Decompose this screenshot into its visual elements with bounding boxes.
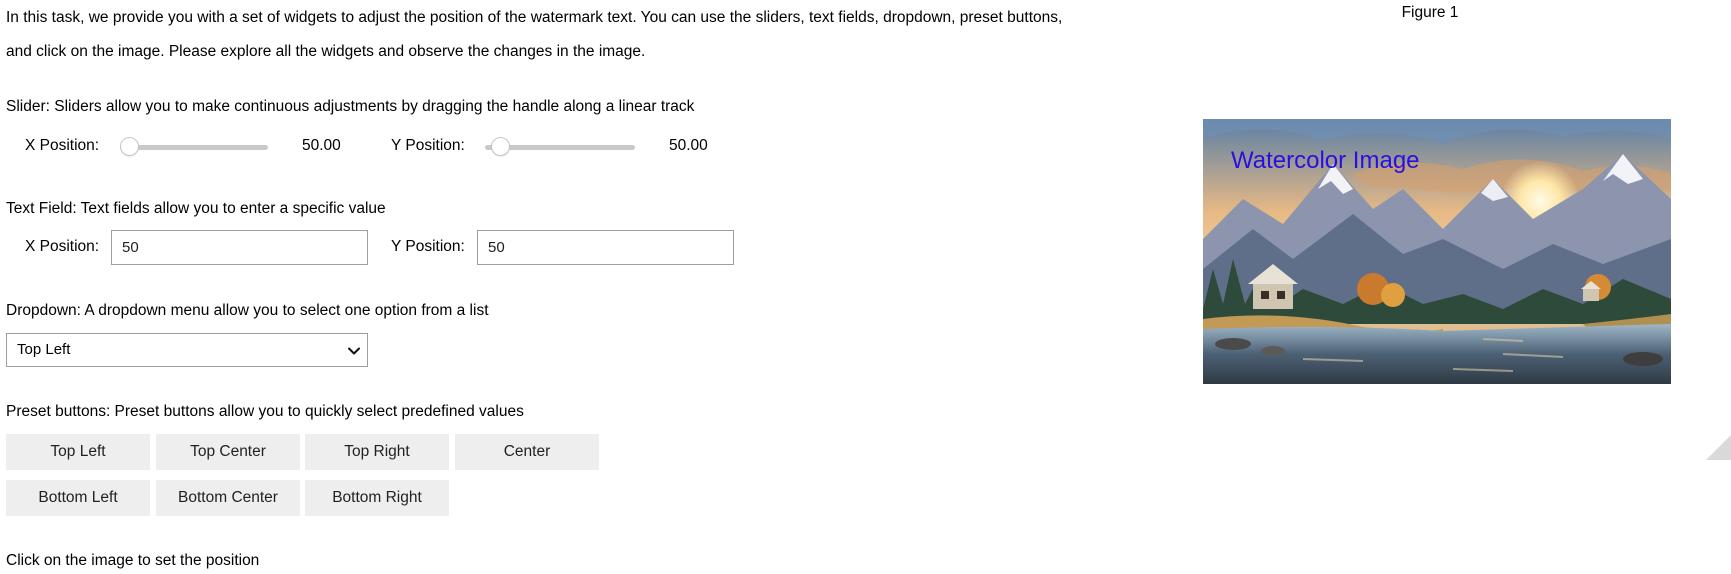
slider-x-handle[interactable] bbox=[120, 137, 139, 156]
preset-top-center-button[interactable]: Top Center bbox=[156, 434, 300, 470]
slider-x-label: X Position: bbox=[25, 137, 100, 154]
slider-x-track[interactable] bbox=[124, 145, 268, 150]
preset-bottom-center-button[interactable]: Bottom Center bbox=[156, 480, 300, 516]
preset-top-left-button[interactable]: Top Left bbox=[6, 434, 150, 470]
preset-bottom-right-button[interactable]: Bottom Right bbox=[305, 480, 449, 516]
watermarked-image[interactable]: Watercolor Image bbox=[1203, 119, 1671, 384]
preset-section-description: Preset buttons: Preset buttons allow you… bbox=[6, 403, 524, 420]
slider-section-description: Slider: Sliders allow you to make contin… bbox=[6, 98, 695, 115]
preset-top-right-button[interactable]: Top Right bbox=[305, 434, 449, 470]
landscape-painting[interactable]: Watercolor Image bbox=[1203, 119, 1671, 384]
position-dropdown[interactable]: Top Left bbox=[6, 333, 368, 367]
chevron-down-icon bbox=[348, 347, 360, 355]
slider-y-handle[interactable] bbox=[491, 137, 510, 156]
slider-y[interactable] bbox=[485, 137, 635, 157]
preset-center-button[interactable]: Center bbox=[455, 434, 599, 470]
slider-y-label: Y Position: bbox=[391, 137, 465, 154]
textfield-section-description: Text Field: Text fields allow you to ent… bbox=[6, 200, 386, 217]
watermark-text: Watercolor Image bbox=[1231, 147, 1420, 174]
textfield-y-label: Y Position: bbox=[391, 238, 465, 255]
y-position-input[interactable]: 50 bbox=[477, 230, 734, 265]
slider-y-value: 50.00 bbox=[669, 137, 708, 154]
dropdown-selected-value: Top Left bbox=[17, 341, 71, 358]
slider-x-value: 50.00 bbox=[302, 137, 341, 154]
task-instructions: In this task, we provide you with a set … bbox=[6, 9, 1063, 60]
figure-title: Figure 1 bbox=[1401, 4, 1459, 21]
preset-bottom-left-button[interactable]: Bottom Left bbox=[6, 480, 150, 516]
x-position-input[interactable]: 50 bbox=[111, 230, 368, 265]
resize-handle-icon[interactable] bbox=[1706, 435, 1731, 460]
click-section-description: Click on the image to set the position bbox=[6, 552, 260, 569]
slider-x[interactable] bbox=[120, 137, 270, 157]
dropdown-section-description: Dropdown: A dropdown menu allow you to s… bbox=[6, 302, 489, 319]
textfield-x-label: X Position: bbox=[25, 238, 100, 255]
